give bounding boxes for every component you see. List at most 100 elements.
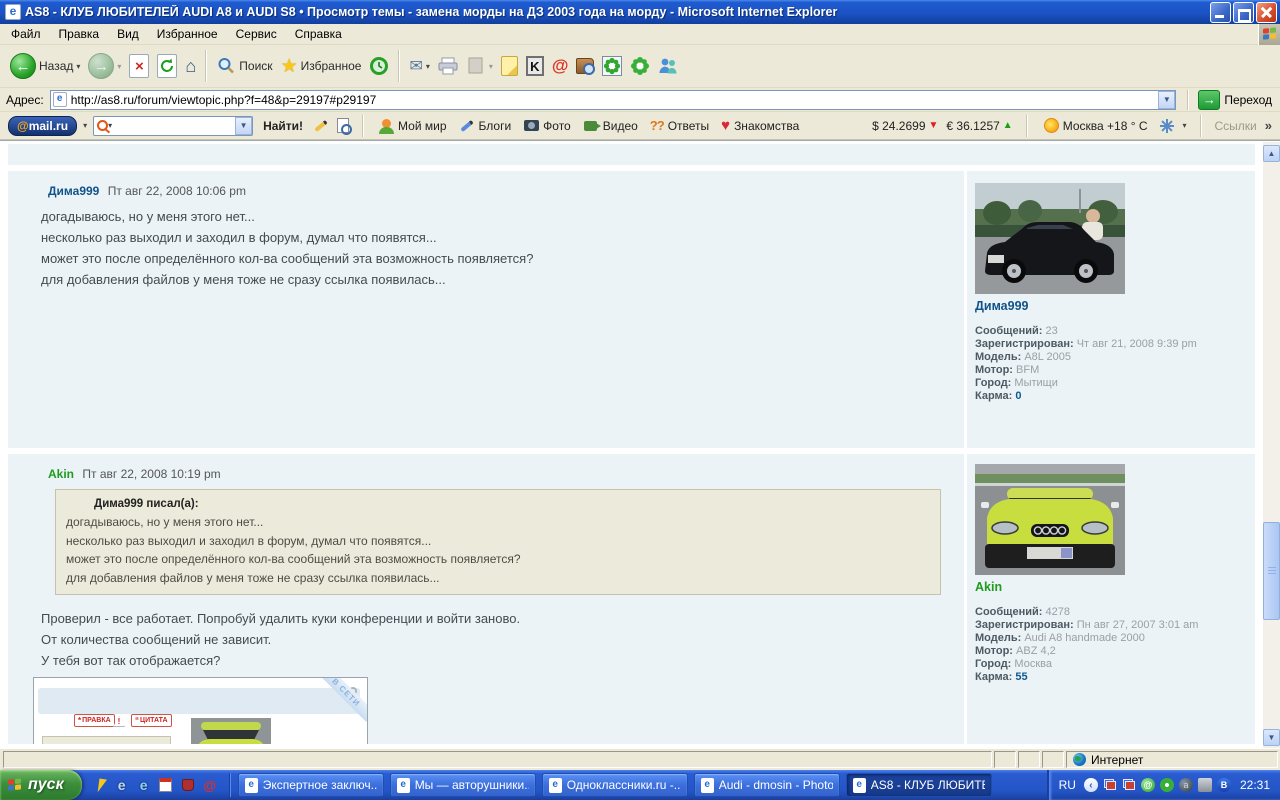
mail-button[interactable]: ✉ ▾ [405,54,433,78]
mailru-video-link[interactable]: Видео [580,118,641,134]
ie-quicklaunch-icon[interactable]: e [114,777,130,793]
mailru-search-box[interactable]: ▾ ▼ [93,116,253,136]
kaspersky-button[interactable]: K [522,54,548,78]
scroll-up-icon[interactable]: ▲ [1263,145,1280,162]
weather-widget[interactable]: Москва +18 ° C [1041,118,1151,133]
flower-tray-icon[interactable] [1160,778,1174,792]
address-dropdown-icon[interactable]: ▼ [1158,91,1175,109]
mailru-agent-button[interactable]: @ [548,54,573,78]
compose-icon[interactable] [313,118,329,134]
scrollbar-thumb[interactable] [1263,522,1280,620]
task-button-1[interactable]: eЭкспертное заключ... [238,773,384,797]
favorites-button[interactable]: ★ Избранное [277,53,366,80]
post-text-line: От количества сообщений не зависит. [41,629,964,650]
task-button-5-active[interactable]: eAS8 - КЛУБ ЛЮБИТЕ... [846,773,992,797]
browser-icon[interactable]: e [136,777,152,793]
more-chevron-icon[interactable]: » [1265,118,1272,133]
mailru-blogs-link[interactable]: Блоги [456,118,515,134]
internet-zone-icon [1073,753,1086,766]
network-icon-2[interactable] [1122,778,1136,792]
mailru-answers-link[interactable]: ??Ответы [647,118,712,133]
mailru-find-button[interactable]: Найти! [259,119,307,133]
eur-rate[interactable]: € 36.1257▲ [946,119,1012,133]
post-1-author-link[interactable]: Дима999 [48,184,99,198]
profile-field: Мотор: ABZ 4,2 [975,645,1251,658]
icq-tray-icon[interactable]: @ [1141,778,1155,792]
menu-tools[interactable]: Сервис [227,24,286,44]
menu-favorites[interactable]: Избранное [148,24,227,44]
profile-username-link[interactable]: Дима999 [975,299,1028,313]
blogs-pencil-icon [459,118,475,134]
address-input[interactable] [71,93,1159,107]
icq-button[interactable] [598,54,626,78]
forward-arrow-icon: → [88,53,114,79]
history-button[interactable] [365,54,393,78]
mailru-logo-dropdown-icon[interactable]: ▾ [83,121,87,130]
messenger-button[interactable] [654,54,682,78]
usd-down-icon: ▼ [929,120,939,131]
menu-edit[interactable]: Правка [50,24,109,44]
edit-button[interactable]: ▾ [462,54,497,78]
vertical-scrollbar[interactable]: ▲ ▼ [1263,142,1280,749]
network-icon[interactable] [1103,778,1117,792]
page-search-icon[interactable] [335,118,351,134]
mail-agent-icon[interactable]: @ [202,777,218,793]
download-master-icon[interactable] [92,777,108,793]
toolbar-settings-icon[interactable] [1159,118,1175,134]
camera-icon [523,118,539,134]
clock[interactable]: 22:31 [1240,778,1270,792]
tray-chevron-icon[interactable]: ‹ [1084,778,1098,792]
back-dropdown-icon[interactable]: ▾ [76,62,80,71]
window-controls [1210,2,1277,23]
print-button[interactable] [434,54,462,78]
edit-page-icon [466,56,486,76]
task-button-4[interactable]: eAudi - dmosin - Photo... [694,773,840,797]
post-text-line: несколько раз выходил и заходил в форум,… [41,227,964,248]
bluetooth-icon[interactable]: B [1217,778,1231,792]
forward-button[interactable]: → ▾ [84,51,125,81]
mailru-search-dropdown-icon[interactable]: ▼ [235,117,252,135]
mailru-photo-link[interactable]: Фото [520,118,574,134]
post-2-author-link[interactable]: Akin [48,467,74,481]
globe-tray-icon[interactable]: a [1179,778,1193,792]
task-button-3[interactable]: eОдноклассники.ru -... [542,773,688,797]
refresh-button[interactable] [153,52,181,80]
calendar-icon[interactable] [158,777,174,793]
taskbar-tasks: eЭкспертное заключ... eМы — авторушники.… [238,773,992,797]
address-bar: Адрес: e ▼ → Переход [0,88,1280,112]
mailru-dating-link[interactable]: ♥Знакомства [718,117,802,134]
mail-dropdown-icon[interactable]: ▾ [426,62,430,71]
usd-rate[interactable]: $ 24.2699▼ [872,119,938,133]
restore-button[interactable] [1233,2,1254,23]
volume-icon[interactable] [1198,778,1212,792]
menu-file[interactable]: Файл [2,24,50,44]
language-indicator[interactable]: RU [1059,778,1076,792]
dictionary-button[interactable] [572,56,598,76]
notes-button[interactable] [497,54,522,78]
phone-icon[interactable] [180,777,196,793]
mailru-logo[interactable]: @mail.ru [8,116,77,136]
mailru-myworld-link[interactable]: Мой мир [375,118,449,134]
post-1-date: Пт авг 22, 2008 10:06 pm [108,184,246,198]
mail-icon: ✉ [409,56,422,76]
start-button[interactable]: пуск [0,770,82,800]
minimize-button[interactable] [1210,2,1231,23]
close-button[interactable] [1256,2,1277,23]
menu-help[interactable]: Справка [286,24,351,44]
heart-icon: ♥ [721,117,730,134]
scroll-down-icon[interactable]: ▼ [1263,729,1280,746]
task-button-2[interactable]: eМы — авторушники... [390,773,536,797]
search-button[interactable]: Поиск [212,54,276,78]
stop-button[interactable]: × [125,52,153,80]
refresh-icon [157,54,177,78]
profile-field: Модель: Audi A8 handmade 2000 [975,632,1251,645]
go-button[interactable]: → [1198,90,1220,110]
menu-view[interactable]: Вид [108,24,148,44]
profile-username-link[interactable]: Akin [975,580,1002,594]
back-button[interactable]: ← Назад ▾ [6,51,84,81]
flower-button[interactable] [626,54,654,78]
address-field[interactable]: e ▼ [50,90,1177,110]
home-button[interactable]: ⌂ [181,54,200,79]
quote-line: догадываюсь, но у меня этого нет... [66,513,930,532]
go-label: Переход [1224,93,1272,107]
